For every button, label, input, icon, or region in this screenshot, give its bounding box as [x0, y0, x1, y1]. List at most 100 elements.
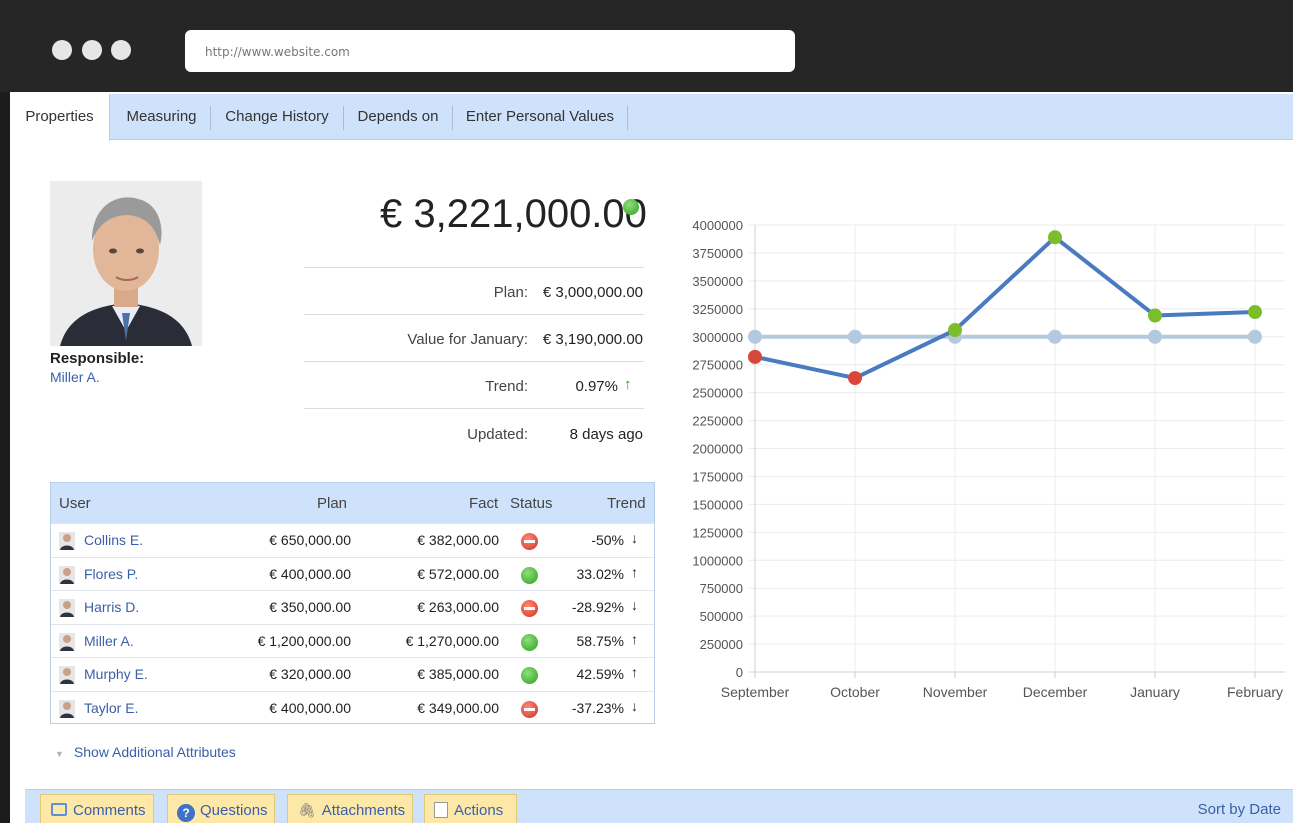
- table-header: User Plan Fact Status Trend: [51, 483, 654, 523]
- value-january-label: Value for January:: [407, 331, 528, 348]
- table-row[interactable]: Harris D. € 350,000.00 € 263,000.00 -28.92%…: [51, 590, 654, 624]
- kpi-status-icon: [623, 199, 639, 215]
- table-row[interactable]: Flores P. € 400,000.00 € 572,000.00 33.02% ↑: [51, 556, 654, 591]
- y-tick-label: 500000: [700, 609, 743, 624]
- user-name-link[interactable]: Miller A.: [84, 633, 134, 649]
- x-tick-label: September: [721, 684, 790, 700]
- header-fact[interactable]: Fact: [469, 495, 498, 512]
- data-point: [948, 323, 962, 338]
- divider: [304, 361, 644, 362]
- actions-icon: [434, 802, 448, 818]
- status-red-icon: [521, 600, 538, 617]
- tab-separator: [627, 106, 628, 130]
- y-tick-label: 2750000: [692, 358, 743, 373]
- table-row[interactable]: Collins E. € 650,000.00 € 382,000.00 -50% ↓: [51, 523, 654, 557]
- user-name-link[interactable]: Harris D.: [84, 599, 139, 615]
- y-tick-label: 1750000: [692, 469, 743, 484]
- user-avatar: [59, 599, 75, 617]
- tab-depends-on[interactable]: Depends on: [344, 94, 452, 140]
- responsible-photo: [50, 181, 202, 346]
- table-row[interactable]: Murphy E. € 320,000.00 € 385,000.00 42.59% ↑: [51, 657, 654, 691]
- fact-cell: € 1,270,000.00: [405, 632, 499, 649]
- y-tick-label: 3000000: [692, 330, 743, 345]
- tab-bar: Properties Measuring Change History Depe…: [10, 94, 1293, 141]
- plan-label: Plan:: [493, 284, 528, 301]
- show-additional-attributes-link[interactable]: ▼ Show Additional Attributes: [55, 744, 236, 760]
- y-tick-label: 0: [736, 665, 743, 680]
- status-green-icon: [521, 633, 538, 651]
- trend-cell: 42.59%: [576, 666, 624, 682]
- plan-cell: € 350,000.00: [269, 599, 351, 615]
- window-minimize-icon[interactable]: [82, 40, 102, 60]
- fact-cell: € 382,000.00: [417, 532, 499, 548]
- sort-by-date-link[interactable]: Sort by Date: [1198, 801, 1281, 818]
- questions-button[interactable]: ? Questions: [167, 794, 275, 823]
- series-line: [753, 235, 1257, 381]
- y-tick-label: 250000: [700, 637, 743, 652]
- trend-cell: -28.92%: [571, 599, 624, 615]
- actions-label: Actions: [454, 802, 504, 819]
- data-point: [848, 371, 862, 386]
- y-tick-label: 750000: [700, 581, 743, 596]
- header-plan[interactable]: Plan: [317, 495, 347, 512]
- user-avatar: [59, 532, 75, 550]
- updated-value: 8 days ago: [569, 426, 643, 443]
- user-avatar: [59, 632, 75, 651]
- window-maximize-icon[interactable]: [111, 40, 131, 60]
- status-red-icon: [521, 700, 538, 718]
- data-point: [1248, 329, 1262, 344]
- comments-button[interactable]: Comments: [40, 794, 154, 823]
- tab-change-history[interactable]: Change History: [211, 94, 343, 140]
- trend-down-arrow-icon: ↓: [631, 597, 638, 613]
- trend-value: 0.97%: [575, 378, 618, 395]
- trend-cell: 58.75%: [576, 632, 624, 649]
- page-content: Properties Measuring Change History Depe…: [10, 92, 1293, 823]
- tab-measuring[interactable]: Measuring: [113, 94, 210, 140]
- show-additional-attributes-label: Show Additional Attributes: [73, 744, 236, 760]
- kpi-value: € 3,221,000.00: [380, 192, 647, 236]
- actions-button[interactable]: Actions: [424, 794, 517, 823]
- tab-properties[interactable]: Properties: [10, 94, 110, 141]
- trend-down-arrow-icon: ↓: [631, 530, 638, 546]
- user-name-link[interactable]: Flores P.: [84, 566, 138, 582]
- status-red-icon: [521, 533, 538, 550]
- x-tick-label: February: [1227, 684, 1283, 700]
- y-tick-label: 3500000: [692, 274, 743, 289]
- y-tick-label: 4000000: [692, 218, 743, 233]
- status-green-icon: [521, 566, 538, 584]
- browser-chrome: http://www.website.com: [0, 0, 1293, 92]
- user-name-link[interactable]: Murphy E.: [84, 666, 148, 682]
- window-close-icon[interactable]: [52, 40, 72, 60]
- data-point: [1048, 230, 1062, 245]
- bottom-toolbar: Comments ? Questions 🖇 Attachments Actions…: [25, 789, 1293, 823]
- user-name-link[interactable]: Collins E.: [84, 532, 143, 548]
- header-status[interactable]: Status: [510, 495, 553, 512]
- trend-up-arrow-icon: ↑: [631, 664, 638, 680]
- chevron-down-icon: ▼: [55, 749, 64, 759]
- y-tick-label: 2500000: [692, 386, 743, 401]
- address-bar[interactable]: http://www.website.com: [185, 30, 795, 72]
- plan-cell: € 400,000.00: [269, 565, 351, 582]
- data-point: [1048, 329, 1062, 344]
- header-user[interactable]: User: [59, 495, 91, 512]
- y-tick-label: 2000000: [692, 442, 743, 457]
- user-name-link[interactable]: Taylor E.: [84, 700, 138, 716]
- x-tick-label: January: [1130, 684, 1180, 700]
- questions-label: Questions: [200, 802, 268, 819]
- plan-cell: € 650,000.00: [269, 532, 351, 548]
- data-point: [748, 329, 762, 344]
- fact-cell: € 263,000.00: [417, 599, 499, 615]
- tab-enter-personal-values[interactable]: Enter Personal Values: [453, 94, 627, 140]
- plan-cell: € 400,000.00: [269, 699, 351, 716]
- table-row[interactable]: Miller A. € 1,200,000.00 € 1,270,000.00 58.…: [51, 623, 654, 658]
- attachments-button[interactable]: 🖇 Attachments: [287, 794, 413, 823]
- paperclip-icon: 🖇: [298, 802, 316, 818]
- plan-cell: € 320,000.00: [269, 666, 351, 682]
- x-tick-label: December: [1023, 684, 1088, 700]
- user-avatar: [59, 699, 75, 718]
- attachments-label: Attachments: [321, 802, 406, 819]
- responsible-name-link[interactable]: Miller A.: [50, 369, 100, 385]
- header-trend[interactable]: Trend: [607, 495, 646, 512]
- table-row[interactable]: Taylor E. € 400,000.00 € 349,000.00 -37.23%…: [51, 690, 654, 725]
- updated-label: Updated:: [467, 426, 528, 443]
